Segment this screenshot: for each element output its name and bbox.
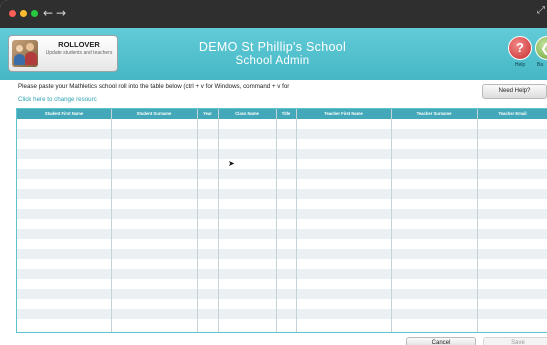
table-row[interactable] [17,189,547,199]
back-label: Ba [537,62,544,68]
column-header-student-first-name[interactable]: Student First Name [17,109,111,119]
table-row[interactable] [17,319,547,329]
need-help-button[interactable]: Need Help? [482,84,547,99]
back-arrow-icon: ❮ [540,41,547,55]
rollover-subtitle: Update students and teachers [45,50,113,56]
table-row[interactable] [17,119,547,129]
column-divider [296,109,297,332]
paste-instructions: Please paste your Mathletics school roll… [18,83,290,90]
app-window: ← → ⤢ ROLLOVER Update students and teach… [0,0,547,345]
column-divider [197,109,198,332]
column-header-teacher-surname[interactable]: Teacher Surname [391,109,477,119]
table-row[interactable] [17,299,547,309]
table-row[interactable] [17,129,547,139]
help-button[interactable]: ? [508,36,532,60]
help-question-icon: ? [516,40,524,55]
table-row[interactable] [17,139,547,149]
table-row[interactable] [17,149,547,159]
resize-icon[interactable]: ⤢ [537,5,545,16]
maximize-window-button[interactable] [31,10,38,17]
column-divider [391,109,392,332]
close-window-button[interactable] [9,10,16,17]
page-title: School Admin [235,55,310,67]
nav-back-arrow-icon[interactable]: ← [43,5,53,21]
column-divider [477,109,478,332]
column-divider [111,109,112,332]
column-header-class-name[interactable]: Class Name [218,109,276,119]
rollover-people-icon [12,40,38,67]
table-row[interactable] [17,179,547,189]
nav-forward-arrow-icon[interactable]: → [56,5,66,21]
table-row[interactable] [17,289,547,299]
table-row[interactable] [17,279,547,289]
minimize-window-button[interactable] [20,10,27,17]
column-header-teacher-first-name[interactable]: Teacher First Name [296,109,391,119]
table-row[interactable] [17,269,547,279]
rollover-button[interactable]: ROLLOVER Update students and teachers [8,35,118,72]
table-row[interactable] [17,259,547,269]
save-button[interactable]: Save [483,337,547,345]
school-name: DEMO St Phillip's School [198,40,347,54]
table-row[interactable] [17,209,547,219]
help-label: Help [514,62,526,68]
rollover-title: ROLLOVER [58,40,100,49]
table-row[interactable] [17,249,547,259]
table-row[interactable] [17,169,547,179]
column-header-year[interactable]: Year [197,109,218,119]
table-row[interactable] [17,309,547,319]
cancel-button[interactable]: Cancel [406,337,476,345]
table-row[interactable] [17,229,547,239]
roll-table[interactable]: Student First Name Student Surname Year … [16,108,547,333]
column-divider [276,109,277,332]
mouse-cursor-icon: ➤ [228,159,235,168]
column-header-title[interactable]: Title [276,109,296,119]
table-header: Student First Name Student Surname Year … [17,109,547,119]
change-resource-link[interactable]: Click here to change resourc [18,96,97,103]
column-divider [218,109,219,332]
table-row[interactable] [17,219,547,229]
table-row[interactable] [17,239,547,249]
column-header-teacher-email[interactable]: Teacher Email [477,109,547,119]
table-row[interactable] [17,199,547,209]
title-bar: ← → ⤢ [0,0,547,28]
column-header-student-surname[interactable]: Student Surname [111,109,197,119]
table-row[interactable] [17,159,547,169]
